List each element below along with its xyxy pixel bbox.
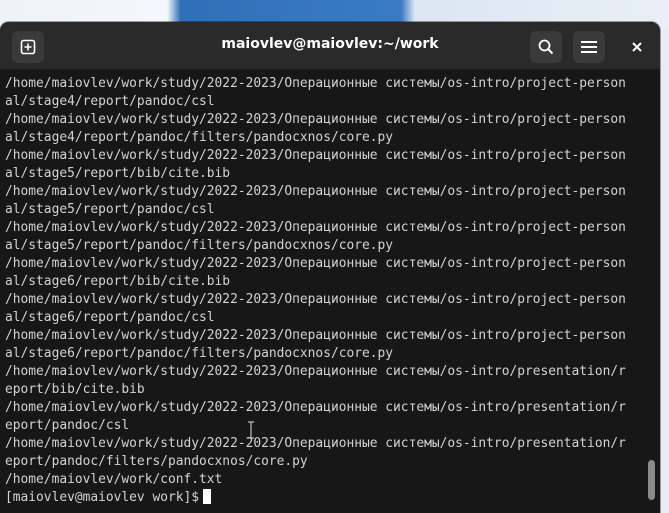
terminal-line: eport/pandoc/filters/pandocxnos/core.py: [5, 454, 308, 469]
terminal-line: /home/maiovlev/work/study/2022-2023/Опер…: [5, 436, 626, 451]
scrollbar-thumb[interactable]: [648, 460, 655, 500]
prompt-line[interactable]: [maiovlev@maiovlev work]$: [5, 489, 645, 507]
close-icon: [632, 42, 642, 52]
search-button[interactable]: [530, 31, 562, 63]
terminal-line: al/stage4/report/pandoc/filters/pandocxn…: [5, 130, 394, 145]
terminal-line: /home/maiovlev/work/study/2022-2023/Опер…: [5, 292, 626, 307]
terminal-line: /home/maiovlev/work/conf.txt: [5, 472, 223, 487]
terminal-line: /home/maiovlev/work/study/2022-2023/Опер…: [5, 364, 626, 379]
terminal-line: /home/maiovlev/work/study/2022-2023/Опер…: [5, 76, 626, 91]
terminal-line: /home/maiovlev/work/study/2022-2023/Опер…: [5, 112, 626, 127]
terminal-line: al/stage5/report/bib/cite.bib: [5, 166, 231, 181]
terminal-window: maiovlev@maiovlev:~/work /home/maiovlev/…: [0, 22, 660, 513]
terminal-line: eport/bib/cite.bib: [5, 382, 145, 397]
terminal-line: al/stage6/report/pandoc/filters/pandocxn…: [5, 346, 394, 361]
terminal-line: /home/maiovlev/work/study/2022-2023/Опер…: [5, 328, 626, 343]
terminal-line: /home/maiovlev/work/study/2022-2023/Опер…: [5, 148, 626, 163]
terminal-line: al/stage4/report/pandoc/csl: [5, 94, 215, 109]
terminal-line: /home/maiovlev/work/study/2022-2023/Опер…: [5, 184, 626, 199]
terminal-line: al/stage6/report/pandoc/csl: [5, 310, 215, 325]
terminal-line: al/stage6/report/bib/cite.bib: [5, 274, 231, 289]
terminal-line: /home/maiovlev/work/study/2022-2023/Опер…: [5, 400, 626, 415]
hamburger-menu-icon: [581, 41, 597, 53]
menu-button[interactable]: [573, 31, 605, 63]
search-icon: [538, 39, 554, 55]
terminal-lines: /home/maiovlev/work/study/2022-2023/Опер…: [5, 75, 645, 507]
desktop-background-edge: [659, 30, 669, 513]
terminal-line: /home/maiovlev/work/study/2022-2023/Опер…: [5, 220, 626, 235]
close-button[interactable]: [621, 31, 653, 63]
terminal-output[interactable]: /home/maiovlev/work/study/2022-2023/Опер…: [0, 70, 660, 513]
title-bar: maiovlev@maiovlev:~/work: [0, 22, 660, 70]
terminal-line: eport/pandoc/csl: [5, 418, 130, 433]
shell-prompt: [maiovlev@maiovlev work]$: [5, 490, 200, 505]
terminal-line: al/stage5/report/pandoc/csl: [5, 202, 215, 217]
terminal-line: al/stage5/report/pandoc/filters/pandocxn…: [5, 238, 394, 253]
ibeam-cursor-icon: [248, 421, 254, 439]
terminal-line: /home/maiovlev/work/study/2022-2023/Опер…: [5, 256, 626, 271]
text-cursor: [203, 489, 212, 504]
